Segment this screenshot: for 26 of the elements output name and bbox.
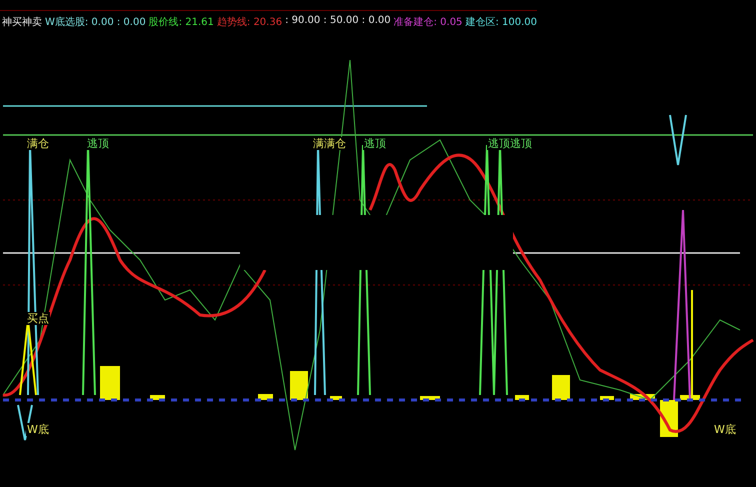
header-value: W底选股: 0.00 : 0.00 bbox=[45, 16, 146, 29]
header-value: 准备建仓: 0.05 bbox=[394, 16, 462, 29]
header-value: 趋势线: 20.36 bbox=[216, 16, 282, 29]
signal-label: 满仓 bbox=[26, 137, 50, 150]
volume-bar bbox=[680, 395, 700, 400]
volume-bar bbox=[258, 394, 273, 400]
signal-spike bbox=[669, 114, 687, 166]
volume-bar bbox=[552, 375, 570, 400]
signal-label: 逃顶 bbox=[86, 137, 110, 150]
header-value: : 90.00 : 50.00 : 0.00 bbox=[285, 15, 391, 28]
signal-label: 逃顶 bbox=[363, 137, 387, 150]
signal-label: 满满仓 bbox=[312, 137, 347, 150]
volume-bar bbox=[515, 395, 529, 400]
volume-bar bbox=[290, 371, 308, 400]
volume-bar bbox=[600, 396, 614, 400]
signal-label: W底 bbox=[26, 423, 50, 436]
signal-label: 买点 bbox=[26, 312, 50, 325]
header-value: 建仓区: 100.00 bbox=[465, 16, 537, 29]
volume-bar bbox=[420, 396, 440, 400]
signal-label: W底 bbox=[713, 423, 737, 436]
volume-bar bbox=[330, 396, 342, 400]
volume-bar bbox=[100, 366, 120, 400]
volume-bar bbox=[150, 395, 165, 400]
signal-label: 逃顶逃顶 bbox=[487, 137, 533, 150]
header-value: 股价线: 21.61 bbox=[148, 16, 214, 29]
header-value: 神买神卖 bbox=[2, 16, 42, 29]
